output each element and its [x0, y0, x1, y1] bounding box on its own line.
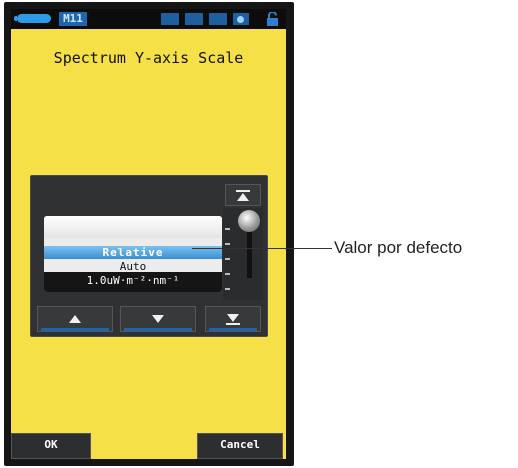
battery-icon	[14, 14, 51, 23]
lock-icon	[267, 12, 278, 26]
scroll-track[interactable]	[247, 228, 252, 278]
device-frame: M11 Spectrum Y-axis Scale Relative Auto …	[4, 2, 294, 466]
scroll-tick	[225, 273, 230, 275]
up-arrow-icon	[69, 315, 81, 323]
selection-panel: Relative Auto 1.0uW·m⁻²·nm⁻¹	[30, 175, 268, 337]
option-list[interactable]: Relative Auto 1.0uW·m⁻²·nm⁻¹	[44, 216, 222, 292]
scroll-tick	[225, 258, 230, 260]
indicator-icon	[209, 13, 227, 25]
scroll-top-button[interactable]	[225, 184, 261, 206]
indicator-icon	[185, 13, 203, 25]
double-up-arrow-icon	[236, 189, 250, 201]
scroll-thumb[interactable]	[238, 210, 260, 232]
button-underline	[124, 328, 192, 331]
scroll-tick	[225, 288, 230, 290]
scrollbar[interactable]	[223, 208, 263, 300]
scroll-bottom-button[interactable]	[205, 306, 261, 332]
callout-label: Valor por defecto	[334, 238, 463, 257]
down-arrow-icon	[152, 315, 164, 323]
callout-line	[192, 248, 332, 249]
list-item-unit[interactable]: 1.0uW·m⁻²·nm⁻¹	[44, 272, 222, 292]
device-screen: M11 Spectrum Y-axis Scale Relative Auto …	[11, 9, 286, 459]
indicator-icon	[233, 13, 249, 25]
cancel-button[interactable]: Cancel	[197, 433, 283, 459]
button-underline	[209, 328, 257, 331]
memory-badge: M11	[59, 12, 87, 26]
scroll-down-button[interactable]	[120, 306, 196, 332]
double-down-arrow-icon	[226, 313, 240, 325]
ok-button[interactable]: OK	[11, 433, 91, 459]
indicator-icon	[161, 13, 179, 25]
status-bar: M11	[11, 9, 286, 29]
button-underline	[41, 328, 109, 331]
scroll-tick	[225, 228, 230, 230]
list-item[interactable]	[44, 216, 222, 238]
scroll-up-button[interactable]	[37, 306, 113, 332]
page-title: Spectrum Y-axis Scale	[53, 49, 244, 67]
scroll-tick	[225, 243, 230, 245]
